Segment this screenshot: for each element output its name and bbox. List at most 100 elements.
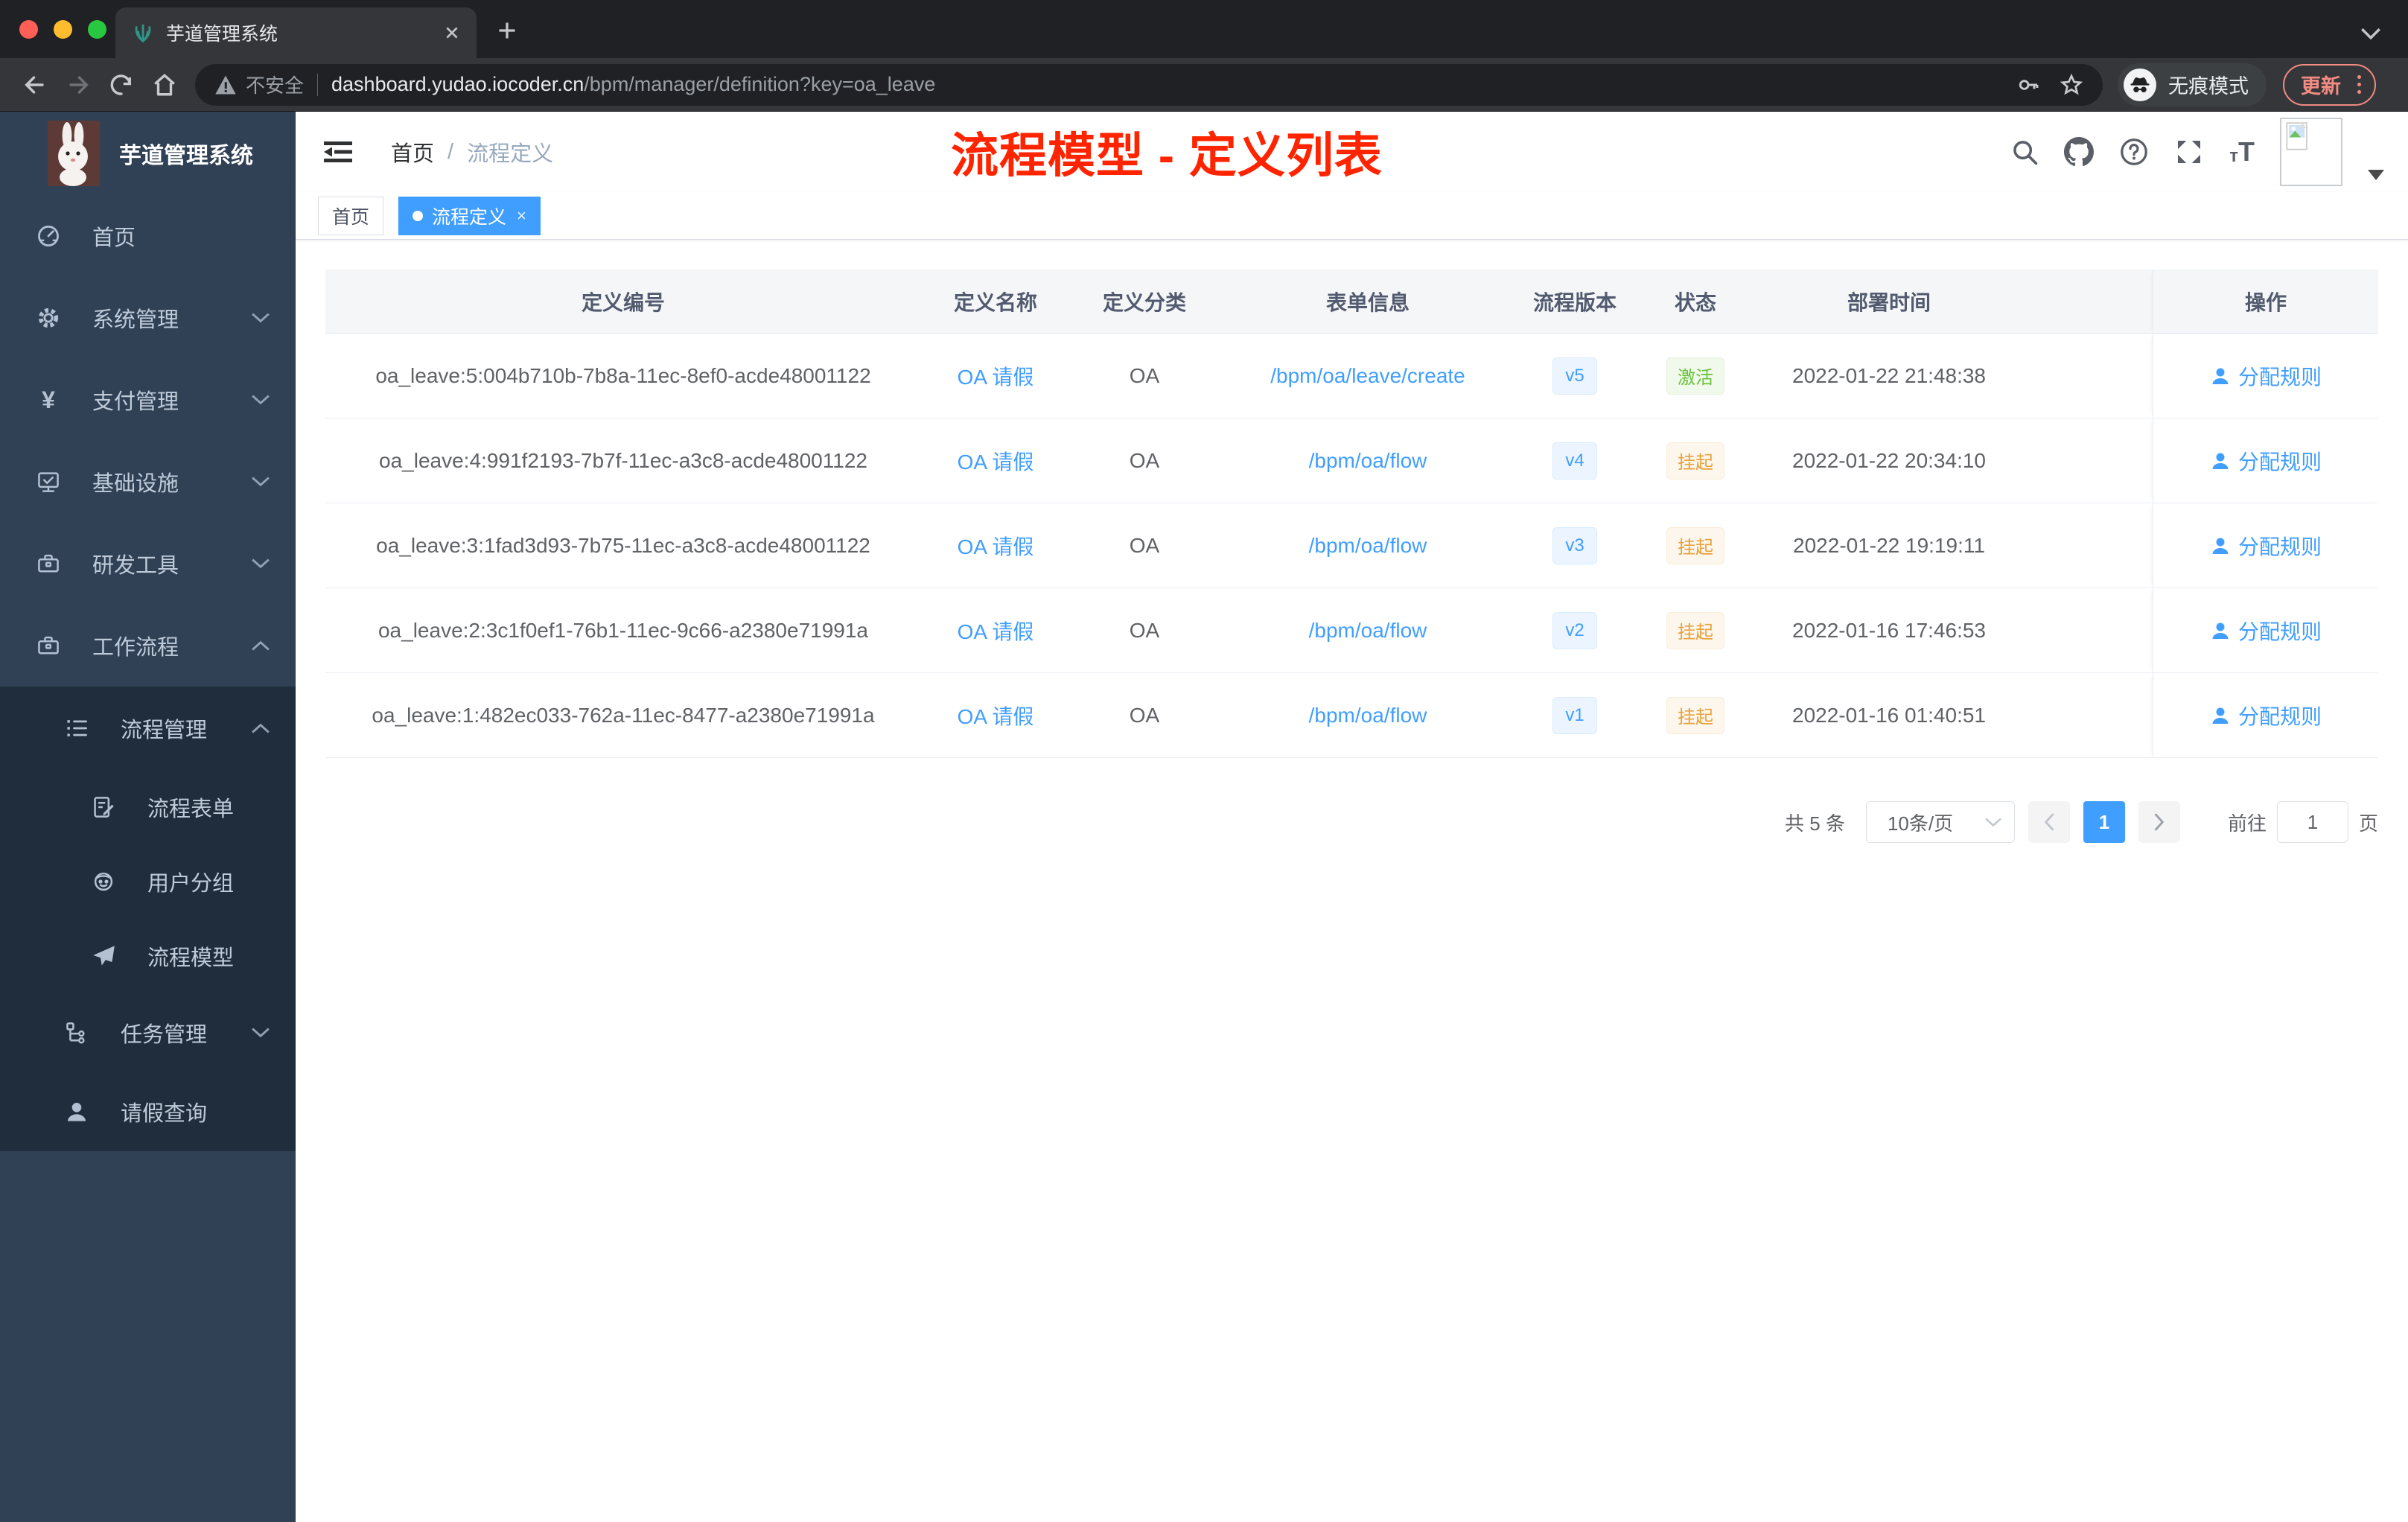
password-key-icon[interactable]: [2016, 73, 2040, 97]
form-info-link[interactable]: /bpm/oa/flow: [1309, 704, 1427, 727]
sidebar-item-label: 工作流程: [92, 636, 179, 660]
form-info-link[interactable]: /bpm/oa/flow: [1309, 534, 1427, 558]
breadcrumb-home[interactable]: 首页: [391, 136, 434, 168]
url-bar[interactable]: 不安全 dashboard.yudao.iocoder.cn/bpm/manag…: [195, 63, 2103, 106]
home-button[interactable]: [143, 63, 186, 106]
paper-plane-icon: [91, 944, 116, 968]
sidebar-fold-icon[interactable]: [319, 135, 357, 169]
definition-category: OA: [1129, 448, 1160, 472]
page-content: 定义编号 定义名称 定义分类 表单信息 流程版本 状态 部署时间 操作 oa_l…: [296, 240, 2408, 873]
tag-label: 首页: [332, 206, 370, 228]
browser-window: 芋道管理系统 不安全 dashboard.yudao.iocoder.cn /b…: [0, 0, 2408, 1522]
tag-home[interactable]: 首页: [318, 196, 384, 235]
deploy-time: 2022-01-22 19:19:11: [1793, 533, 1985, 557]
sidebar-item-payment[interactable]: ¥ 支付管理: [0, 359, 296, 441]
form-info-link[interactable]: /bpm/oa/flow: [1309, 619, 1427, 643]
window-close-button[interactable]: [19, 20, 38, 39]
window-minimize-button[interactable]: [54, 20, 72, 39]
sidebar-item-infrastructure[interactable]: 基础设施: [0, 441, 296, 523]
annotation-title: 流程模型 - 定义列表: [951, 129, 1383, 182]
forward-button[interactable]: [57, 63, 100, 106]
user-icon: [2212, 368, 2229, 384]
url-path: /bpm/manager/definition?key=oa_leave: [584, 73, 936, 95]
definition-name-link[interactable]: OA 请假: [958, 701, 1034, 730]
url-security-label[interactable]: 不安全: [246, 71, 304, 98]
version-badge: v2: [1552, 611, 1597, 649]
update-label[interactable]: 更新: [2301, 70, 2341, 99]
table-row: oa_leave:3:1fad3d93-7b75-11ec-a3c8-acde4…: [325, 503, 2378, 588]
url-divider: [317, 73, 319, 96]
form-info-link[interactable]: /bpm/oa/flow: [1309, 449, 1427, 473]
definition-name-link[interactable]: OA 请假: [958, 361, 1034, 391]
goto-page-input[interactable]: 1: [2276, 801, 2348, 843]
assign-rule-button[interactable]: 分配规则: [2153, 503, 2378, 588]
table-row: oa_leave:2:3c1f0ef1-76b1-11ec-9c66-a2380…: [325, 588, 2378, 673]
assign-rule-button[interactable]: 分配规则: [2153, 334, 2378, 418]
back-button[interactable]: [13, 63, 57, 106]
definition-category: OA: [1129, 533, 1160, 557]
sidebar-item-process-management[interactable]: 流程管理: [0, 687, 296, 770]
sidebar-item-system[interactable]: 系统管理: [0, 277, 296, 359]
yen-icon: ¥: [42, 386, 55, 413]
incognito-icon: [2124, 68, 2156, 101]
new-tab-button[interactable]: [496, 19, 518, 42]
sidebar-item-label: 流程管理: [121, 719, 208, 742]
sidebar-item-workflow[interactable]: 工作流程: [0, 605, 296, 687]
tag-process-definition[interactable]: 流程定义 ×: [398, 196, 541, 235]
version-badge: v4: [1552, 442, 1597, 480]
sidebar-item-devtools[interactable]: 研发工具: [0, 523, 296, 605]
kebab-menu-icon[interactable]: [2354, 72, 2364, 97]
definition-name-link[interactable]: OA 请假: [958, 446, 1034, 476]
status-badge: 激活: [1666, 357, 1724, 395]
page-size-select[interactable]: 10条/页: [1865, 801, 2015, 843]
window-controls[interactable]: [19, 20, 106, 39]
browser-tab[interactable]: 芋道管理系统: [115, 7, 477, 58]
avatar-dropdown-caret-icon[interactable]: [2368, 170, 2384, 180]
tab-close-icon[interactable]: [444, 25, 460, 41]
sidebar-item-label: 系统管理: [92, 308, 179, 332]
github-icon[interactable]: [2064, 137, 2095, 167]
deploy-time: 2022-01-22 20:34:10: [1792, 448, 1986, 472]
sidebar-item-user-group[interactable]: 用户分组: [0, 844, 296, 919]
assign-rule-button[interactable]: 分配规则: [2153, 673, 2378, 757]
definition-id: oa_leave:2:3c1f0ef1-76b1-11ec-9c66-a2380…: [378, 618, 868, 642]
user-group-icon: [91, 870, 116, 894]
brand-title: 芋道管理系统: [119, 144, 253, 168]
page-number-button[interactable]: 1: [2083, 801, 2125, 843]
tab-search-chevron-icon[interactable]: [2360, 27, 2381, 40]
search-icon[interactable]: [2010, 138, 2039, 166]
definition-id: oa_leave:1:482ec033-762a-11ec-8477-a2380…: [372, 703, 875, 727]
sidebar-logo[interactable]: 芋道管理系统: [0, 112, 296, 195]
chevron-up-icon: [251, 640, 270, 652]
deploy-time: 2022-01-22 21:48:38: [1792, 363, 1986, 387]
assign-rule-button[interactable]: 分配规则: [2153, 588, 2378, 672]
sidebar-item-process-model[interactable]: 流程模型: [0, 919, 296, 993]
help-icon[interactable]: [2119, 137, 2149, 167]
font-size-icon[interactable]: тT: [2229, 138, 2255, 165]
definition-name-link[interactable]: OA 请假: [958, 616, 1034, 646]
status-badge: 挂起: [1666, 611, 1724, 649]
fullscreen-icon[interactable]: [2174, 137, 2204, 167]
sidebar-item-task-management[interactable]: 任务管理: [0, 993, 296, 1072]
prev-page-button[interactable]: [2028, 801, 2070, 843]
chevron-down-icon: [251, 558, 270, 570]
chevron-left-icon: [2044, 813, 2054, 831]
sidebar-item-process-form[interactable]: 流程表单: [0, 770, 296, 844]
bookmark-star-icon[interactable]: [2060, 73, 2083, 97]
column-header: 状态: [1674, 290, 1716, 314]
active-dot-icon: [413, 210, 424, 221]
form-info-link[interactable]: /bpm/oa/leave/create: [1270, 364, 1465, 388]
avatar[interactable]: [2280, 118, 2342, 186]
sidebar-item-leave-query[interactable]: 请假查询: [0, 1072, 296, 1151]
breadcrumb-separator: /: [447, 139, 454, 164]
tag-close-icon[interactable]: ×: [517, 206, 526, 226]
next-page-button[interactable]: [2138, 801, 2180, 843]
sidebar-item-home[interactable]: 首页: [0, 195, 296, 277]
column-header: 流程版本: [1532, 290, 1617, 314]
assign-rule-button[interactable]: 分配规则: [2153, 418, 2378, 503]
definition-name-link[interactable]: OA 请假: [958, 531, 1034, 561]
browser-update-menu[interactable]: 更新: [2283, 63, 2376, 106]
browser-tab-strip: 芋道管理系统: [0, 0, 2408, 58]
reload-button[interactable]: [100, 63, 143, 106]
window-zoom-button[interactable]: [88, 20, 106, 39]
